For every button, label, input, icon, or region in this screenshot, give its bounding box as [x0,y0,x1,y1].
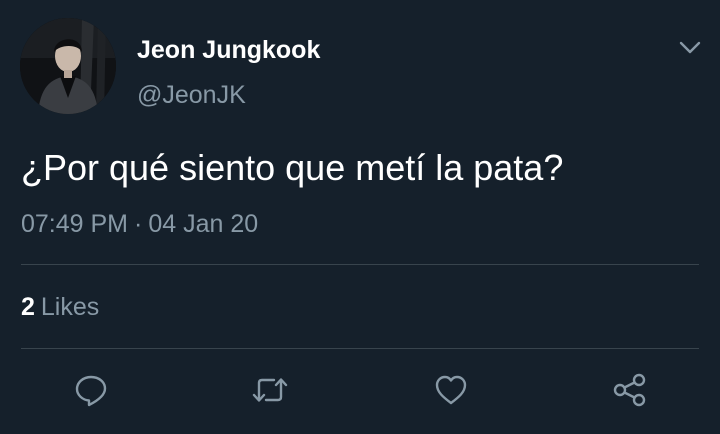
divider [21,264,699,265]
reply-button[interactable] [67,366,115,414]
display-name[interactable]: Jeon Jungkook [137,34,320,66]
share-icon [613,373,646,407]
tweet-card: Jeon Jungkook @JeonJK ¿Por qué siento qu… [0,0,720,434]
retweet-button[interactable] [246,366,294,414]
tweet-timestamp[interactable]: 07:49 PM · 04 Jan 20 [21,207,258,241]
likes-stat[interactable]: 2 Likes [21,291,99,323]
avatar[interactable] [20,18,116,114]
reply-icon [75,375,107,407]
likes-count: 2 [21,293,35,321]
tweet-text: ¿Por qué siento que metí la pata? [21,147,564,188]
meta-separator: · [134,210,143,238]
retweet-icon [252,378,288,402]
likes-label: Likes [40,293,100,321]
tweet-date: 04 Jan 20 [148,210,259,238]
chevron-down-icon [679,41,701,54]
heart-icon [435,375,467,405]
share-button[interactable] [606,366,654,414]
tweet-time: 07:49 PM [21,210,129,238]
tweet-menu-button[interactable] [672,30,708,66]
action-bar [0,366,720,414]
like-button[interactable] [427,366,475,414]
user-handle[interactable]: @JeonJK [137,79,246,111]
divider [21,348,699,349]
